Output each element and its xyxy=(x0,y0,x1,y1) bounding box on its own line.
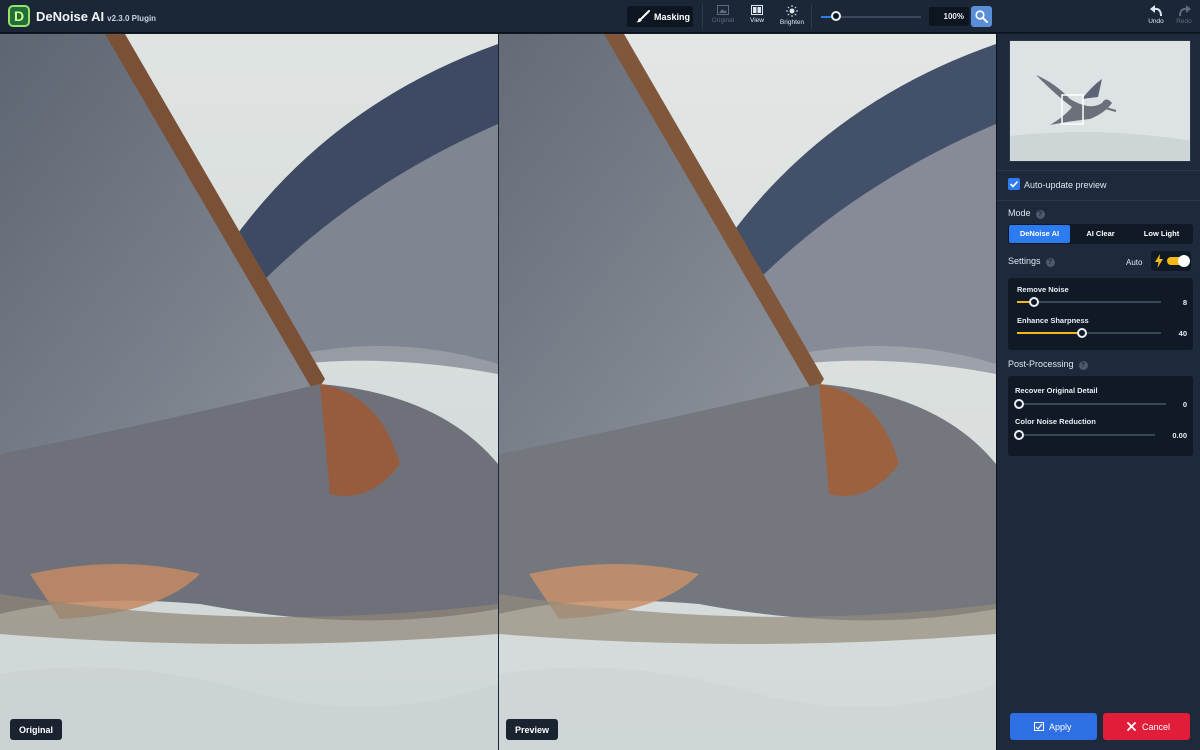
undo-label: Undo xyxy=(1148,18,1164,25)
panel-divider xyxy=(997,170,1200,171)
post-processing-title: Post-Processing? xyxy=(1008,359,1088,370)
enhance-sharpness-slider[interactable] xyxy=(1017,328,1161,338)
remove-noise-slider[interactable] xyxy=(1017,297,1161,307)
recover-detail-label: Recover Original Detail xyxy=(1015,386,1098,395)
navigator-thumbnail[interactable] xyxy=(1009,40,1191,162)
settings-panel: Auto-update preview Mode? DeNoise AI AI … xyxy=(996,34,1200,750)
toolbar-divider xyxy=(702,4,703,29)
auto-toggle-knob xyxy=(1178,255,1190,267)
mode-selector: DeNoise AI AI Clear Low Light xyxy=(1008,224,1193,244)
preview-image-pane[interactable]: Preview xyxy=(499,34,996,750)
help-icon[interactable]: ? xyxy=(1078,361,1088,370)
mode-denoise-ai-button[interactable]: DeNoise AI xyxy=(1009,225,1070,243)
magnifier-icon xyxy=(975,10,988,23)
settings-title: Settings? xyxy=(1008,256,1055,267)
app-version: v2.3.0 Plugin xyxy=(107,14,157,23)
help-icon[interactable]: ? xyxy=(1035,210,1045,219)
image-icon xyxy=(717,5,729,15)
original-image-pane[interactable]: Original xyxy=(0,34,498,750)
color-noise-slider-handle[interactable] xyxy=(1014,430,1024,440)
cancel-button[interactable]: Cancel xyxy=(1103,713,1190,740)
sun-icon xyxy=(786,5,798,17)
settings-sliders-card: Remove Noise 8 Enhance Sharpness 40 xyxy=(1008,278,1193,350)
view-label: View xyxy=(750,17,764,24)
masking-label: Masking xyxy=(654,12,691,22)
enhance-sharpness-slider-handle[interactable] xyxy=(1076,328,1087,338)
close-icon xyxy=(1127,722,1136,731)
enhance-sharpness-slider-fill xyxy=(1017,332,1082,334)
mode-title: Mode? xyxy=(1008,208,1045,219)
settings-title-text: Settings xyxy=(1008,256,1041,266)
enhance-sharpness-value[interactable]: 40 xyxy=(1179,329,1187,338)
color-noise-slider[interactable] xyxy=(1014,430,1155,440)
split-view-icon xyxy=(751,5,763,15)
remove-noise-label: Remove Noise xyxy=(1017,285,1069,294)
checkmark-icon xyxy=(1009,180,1019,188)
undo-button[interactable]: Undo xyxy=(1144,5,1168,25)
heron-photo-original xyxy=(0,34,498,750)
mode-low-light-button[interactable]: Low Light xyxy=(1131,225,1192,243)
auto-update-label[interactable]: Auto-update preview xyxy=(1024,180,1107,190)
remove-noise-value[interactable]: 8 xyxy=(1183,298,1187,307)
apply-icon xyxy=(1034,722,1044,731)
recover-detail-slider[interactable] xyxy=(1014,399,1166,409)
redo-arrow-icon xyxy=(1178,5,1191,16)
toolbar-divider xyxy=(811,4,812,29)
enhance-sharpness-label: Enhance Sharpness xyxy=(1017,316,1089,325)
original-toggle-label: Original xyxy=(711,17,735,24)
color-noise-label: Color Noise Reduction xyxy=(1015,417,1096,426)
heron-photo-preview xyxy=(499,34,996,750)
original-toggle-button[interactable]: Original xyxy=(707,5,739,29)
apply-button[interactable]: Apply xyxy=(1010,713,1097,740)
preview-label: Preview xyxy=(506,719,559,740)
color-noise-value[interactable]: 0.00 xyxy=(1172,431,1187,440)
app-title: DeNoise AI v2.3.0 Plugin xyxy=(36,9,156,24)
lightning-icon xyxy=(1155,254,1163,268)
apply-label: Apply xyxy=(1049,722,1072,732)
navigator-photo xyxy=(1010,41,1190,161)
auto-label: Auto xyxy=(1126,258,1143,267)
panel-divider xyxy=(997,200,1200,201)
recover-detail-slider-handle[interactable] xyxy=(1014,399,1024,409)
undo-arrow-icon xyxy=(1149,5,1162,16)
brighten-label: Brighten xyxy=(779,19,805,26)
zoom-slider-handle[interactable] xyxy=(831,11,841,21)
auto-update-checkbox[interactable] xyxy=(1008,178,1020,190)
zoom-value-field[interactable]: 100% xyxy=(929,7,969,26)
cancel-label: Cancel xyxy=(1142,722,1171,732)
post-processing-title-text: Post-Processing xyxy=(1008,359,1074,369)
redo-button[interactable]: Redo xyxy=(1172,5,1196,25)
mode-ai-clear-button[interactable]: AI Clear xyxy=(1070,225,1131,243)
mode-title-text: Mode xyxy=(1008,208,1031,218)
brighten-button[interactable]: Brighten xyxy=(776,5,808,29)
masking-button[interactable]: Masking xyxy=(627,6,693,27)
zoom-button[interactable] xyxy=(971,6,992,27)
view-button[interactable]: View xyxy=(741,5,773,29)
post-processing-card: Recover Original Detail 0 Color Noise Re… xyxy=(1008,376,1193,456)
auto-toggle[interactable] xyxy=(1151,251,1191,271)
original-label: Original xyxy=(10,719,63,740)
recover-detail-value[interactable]: 0 xyxy=(1183,400,1187,409)
help-icon[interactable]: ? xyxy=(1045,258,1055,267)
zoom-slider[interactable] xyxy=(821,11,921,21)
remove-noise-slider-handle[interactable] xyxy=(1029,297,1040,307)
app-name: DeNoise AI xyxy=(36,9,105,24)
brush-icon xyxy=(636,10,650,23)
top-toolbar: D DeNoise AI v2.3.0 Plugin Masking Origin… xyxy=(0,0,1200,33)
redo-label: Redo xyxy=(1176,18,1192,25)
app-logo-icon: D xyxy=(8,5,30,27)
